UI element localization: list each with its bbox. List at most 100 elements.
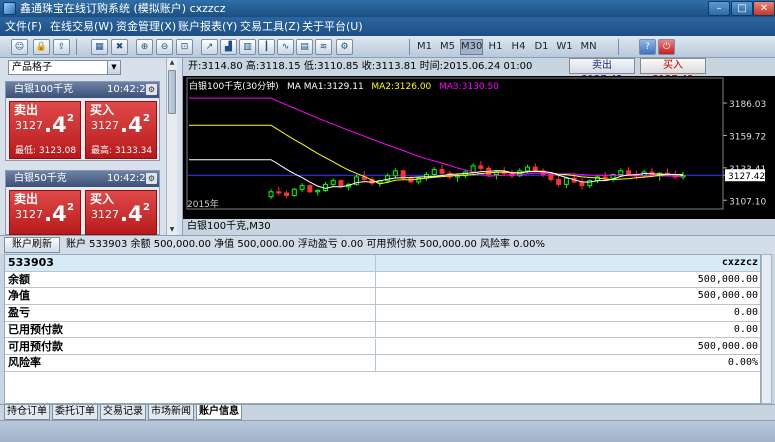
lock-icon[interactable]: 🔒 — [33, 39, 50, 55]
export-icon[interactable]: ⇪ — [53, 39, 70, 55]
candle — [284, 192, 290, 196]
account-summary-text: 账户 533903 余额 500,000.00 净值 500,000.00 浮动… — [66, 239, 545, 250]
tab-pending-orders[interactable]: 委托订单 — [52, 405, 98, 420]
close-button[interactable]: ✕ — [753, 1, 775, 16]
fit-icon[interactable]: ⊡ — [176, 39, 193, 55]
table-row: 风险率 0.00% — [5, 355, 760, 372]
menu-about[interactable]: 关于平台(U) — [302, 20, 363, 33]
user-icon[interactable]: ☺ — [11, 39, 28, 55]
status-bar — [0, 420, 775, 442]
tab-account-info[interactable]: 账户信息 — [196, 405, 242, 420]
chart-footer: 白银100千克,M30 — [183, 219, 775, 235]
buy-quote-button[interactable]: 买入 3127 .4 2 最高: 3133.34 — [85, 101, 157, 159]
grid-icon[interactable]: ▦ — [91, 39, 108, 55]
quote-card-header: 白银100千克 10:42:20 ⚙ — [6, 82, 159, 98]
period-h4-button[interactable]: H4 — [508, 39, 529, 55]
delete-icon[interactable]: ✖ — [111, 39, 128, 55]
period-d1-button[interactable]: D1 — [531, 39, 552, 55]
row-label: 余额 — [8, 272, 30, 286]
minimize-button[interactable]: – — [708, 1, 730, 16]
sell-quote-button[interactable]: 卖出 3127 .4 2 最低: 3123.08 — [9, 101, 81, 159]
candle — [478, 165, 484, 169]
menu-online-trade[interactable]: 在线交易(W) — [50, 20, 113, 33]
scroll-down-icon[interactable]: ▼ — [167, 225, 177, 235]
row-value: 0.00 — [733, 323, 758, 335]
candle — [400, 170, 406, 179]
gear-icon[interactable]: ⚙ — [146, 84, 157, 95]
tab-market-news[interactable]: 市场新闻 — [148, 405, 194, 420]
buy-quote-button[interactable]: 买入 3127 .4 2 — [85, 190, 157, 235]
sell-quote-button[interactable]: 卖出 3127 .4 2 — [9, 190, 81, 235]
chart-volume-icon[interactable]: ▤ — [296, 39, 313, 55]
current-price-label: 3127.42 — [728, 172, 765, 182]
gear-icon[interactable]: ⚙ — [146, 173, 157, 184]
price-big-digits: .4 — [44, 202, 67, 226]
chart-line-icon[interactable]: ↗ — [201, 39, 218, 55]
period-w1-button[interactable]: W1 — [554, 39, 575, 55]
candle — [525, 166, 531, 172]
quote-card: 白银50千克 10:42:20 ⚙ 卖出 3127 .4 2 买入 3127 .… — [5, 170, 160, 235]
candle — [330, 180, 336, 185]
buy-button[interactable]: 买入 3127.42 — [640, 58, 706, 85]
buy-label: 买入 — [90, 192, 115, 206]
help-icon[interactable]: ? — [639, 39, 656, 55]
period-h1-button[interactable]: H1 — [485, 39, 506, 55]
row-label: 净值 — [8, 289, 30, 303]
candle — [548, 174, 554, 180]
chart-area-icon[interactable]: ▟ — [220, 39, 237, 55]
tab-positions[interactable]: 持仓订单 — [4, 405, 50, 420]
scroll-up-icon[interactable]: ▲ — [167, 58, 177, 68]
y-tick-label: 3159.72 — [729, 132, 766, 142]
ma-label: MA MA1:3129.11 — [287, 82, 364, 92]
quote-card-header: 白银50千克 10:42:20 ⚙ — [6, 171, 159, 187]
account-name: cxzzcz — [721, 257, 758, 268]
ma3-line — [189, 97, 684, 178]
menu-file[interactable]: 文件(F) — [5, 20, 42, 33]
price-chart[interactable]: 3186.033159.723133.413127.423107.10白银100… — [183, 76, 775, 219]
price-prefix: 3127 — [91, 119, 119, 132]
product-select-label: 产品格子 — [12, 62, 52, 73]
menu-tools[interactable]: 交易工具(Z) — [240, 20, 300, 33]
candlestick-chart[interactable]: 3186.033159.723133.413127.423107.10白银100… — [183, 76, 775, 219]
quote-panel-scrollbar[interactable]: ▲ ▼ — [166, 58, 177, 235]
chart-indicator-icon[interactable]: ≋ — [315, 39, 332, 55]
sell-label: 卖出 — [14, 192, 39, 206]
scroll-thumb[interactable] — [168, 70, 176, 114]
power-icon[interactable]: ⏻ — [658, 39, 675, 55]
settings-icon[interactable]: ⚙ — [336, 39, 353, 55]
product-select[interactable]: 产品格子 ▼ — [8, 60, 121, 75]
menu-funds[interactable]: 资金管理(X) — [116, 20, 176, 33]
price-big-digits: .4 — [44, 113, 67, 137]
account-refresh-button[interactable]: 账户刷新 — [4, 237, 60, 253]
chart-ma-icon[interactable]: ∿ — [277, 39, 294, 55]
x-axis-label: 2015年 — [187, 198, 219, 210]
price-prefix: 3127 — [15, 119, 43, 132]
sell-button[interactable]: 卖出 3127.42 — [569, 58, 635, 85]
row-label: 可用预付款 — [8, 339, 63, 353]
period-m30-button[interactable]: M30 — [460, 39, 483, 55]
zoom-in-icon[interactable]: ⊕ — [136, 39, 153, 55]
row-label: 已用预付款 — [8, 322, 63, 336]
toolbar-separator — [409, 39, 410, 55]
app-logo-icon — [3, 2, 16, 15]
chart-candle-icon[interactable]: ┃ — [258, 39, 275, 55]
product-name: 白银100千克 — [14, 84, 74, 95]
menu-reports[interactable]: 账户报表(Y) — [178, 20, 237, 33]
quote-info-bar: 开:3114.80 高:3118.15 低:3110.85 收:3113.81 … — [183, 58, 775, 85]
candle — [563, 177, 569, 185]
table-scrollbar[interactable] — [761, 254, 772, 404]
zoom-out-icon[interactable]: ⊖ — [156, 39, 173, 55]
quote-card: 白银100千克 10:42:20 ⚙ 卖出 3127 .4 2 最低: 3123… — [5, 81, 160, 161]
period-m5-button[interactable]: M5 — [437, 39, 458, 55]
chevron-down-icon[interactable]: ▼ — [107, 61, 120, 74]
chart-bar-icon[interactable]: ▥ — [239, 39, 256, 55]
menu-bar: 文件(F) 在线交易(W) 资金管理(X) 账户报表(Y) 交易工具(Z) 关于… — [0, 17, 775, 36]
maximize-button[interactable]: □ — [731, 1, 753, 16]
candle — [431, 169, 437, 176]
candle — [392, 170, 398, 177]
period-mn-button[interactable]: MN — [577, 39, 600, 55]
title-bar: 鑫通珠宝在线订购系统 (模拟账户) cxzzcz – □ ✕ — [0, 0, 775, 17]
period-m1-button[interactable]: M1 — [414, 39, 435, 55]
price-prefix: 3127 — [91, 208, 119, 221]
tab-trade-history[interactable]: 交易记录 — [100, 405, 146, 420]
